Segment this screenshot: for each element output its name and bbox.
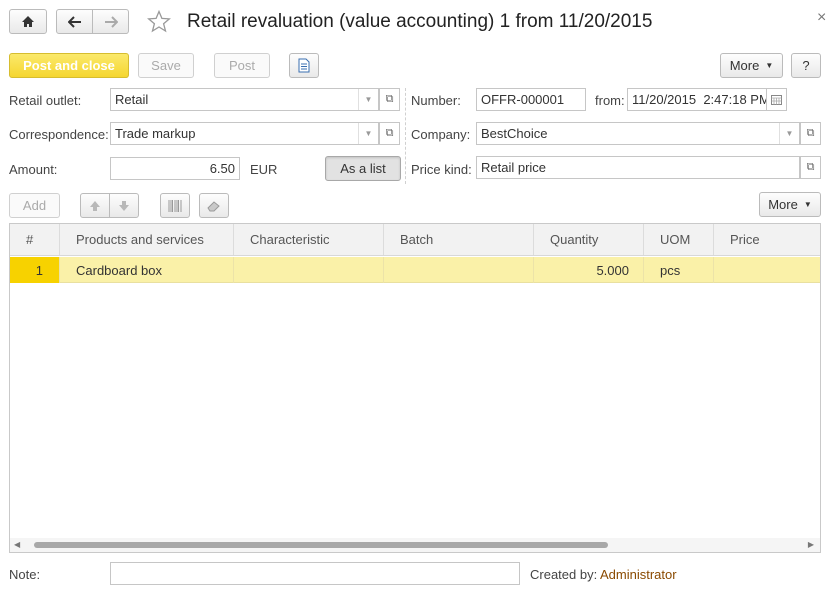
dropdown-arrow-icon[interactable]: ▼ bbox=[779, 123, 799, 144]
product-cell[interactable]: Cardboard box bbox=[60, 257, 234, 283]
amount-field[interactable]: 6.50 bbox=[110, 157, 240, 180]
arrow-left-icon bbox=[67, 15, 82, 28]
correspondence-label: Correspondence: bbox=[9, 127, 109, 142]
retail-outlet-label: Retail outlet: bbox=[9, 93, 82, 108]
column-header-price[interactable]: Price bbox=[714, 224, 820, 255]
price-kind-value: Retail price bbox=[481, 160, 547, 175]
move-down-button[interactable] bbox=[109, 193, 139, 218]
date-field[interactable]: 11/20/2015 2:47:18 PM bbox=[627, 88, 767, 111]
arrow-down-icon bbox=[118, 200, 130, 212]
forward-button[interactable] bbox=[92, 9, 129, 34]
barcode-button[interactable] bbox=[160, 193, 190, 218]
products-table[interactable]: # Products and services Characteristic B… bbox=[9, 223, 821, 553]
correspondence-value: Trade markup bbox=[115, 126, 196, 141]
add-row-button[interactable]: Add bbox=[9, 193, 60, 218]
column-divider bbox=[405, 88, 406, 184]
price-cell[interactable] bbox=[714, 257, 820, 283]
company-value: BestChoice bbox=[481, 126, 548, 141]
chevron-down-icon: ▼ bbox=[765, 61, 774, 70]
arrow-right-icon bbox=[104, 15, 118, 28]
dropdown-arrow-icon[interactable]: ▼ bbox=[358, 123, 378, 144]
close-icon[interactable]: × bbox=[817, 9, 826, 27]
column-header-batch[interactable]: Batch bbox=[384, 224, 534, 255]
created-by-label: Created by: bbox=[530, 567, 598, 582]
save-button[interactable]: Save bbox=[138, 53, 194, 78]
amount-value: 6.50 bbox=[209, 161, 235, 176]
dropdown-arrow-icon[interactable]: ▼ bbox=[358, 89, 378, 110]
retail-outlet-value: Retail bbox=[115, 92, 149, 107]
open-window-icon: ⧉ bbox=[385, 127, 394, 139]
table-more-label: More bbox=[768, 197, 798, 212]
batch-cell[interactable] bbox=[384, 257, 534, 283]
document-report-button[interactable] bbox=[289, 53, 319, 78]
more-button[interactable]: More ▼ bbox=[720, 53, 783, 78]
horizontal-scrollbar[interactable]: ◀ ▶ bbox=[10, 538, 820, 552]
created-by-link[interactable]: Administrator bbox=[600, 567, 677, 582]
number-value: OFFR-000001 bbox=[481, 92, 565, 107]
scroll-left-icon[interactable]: ◀ bbox=[14, 540, 20, 549]
number-label: Number: bbox=[411, 93, 461, 108]
column-header-characteristic[interactable]: Characteristic bbox=[234, 224, 384, 255]
date-value: 11/20/2015 2:47:18 PM bbox=[632, 92, 767, 107]
price-kind-field[interactable]: Retail price bbox=[476, 156, 800, 179]
table-header: # Products and services Characteristic B… bbox=[10, 224, 820, 256]
barcode-icon bbox=[168, 199, 182, 212]
home-button[interactable] bbox=[9, 9, 47, 34]
table-row[interactable]: 1 Cardboard box 5.000 pcs bbox=[10, 257, 820, 283]
back-button[interactable] bbox=[56, 9, 93, 34]
open-correspondence-button[interactable]: ⧉ bbox=[379, 122, 400, 145]
table-more-button[interactable]: More ▼ bbox=[759, 192, 821, 217]
column-header-products[interactable]: Products and services bbox=[60, 224, 234, 255]
eraser-icon bbox=[207, 200, 221, 212]
scroll-right-icon[interactable]: ▶ bbox=[808, 540, 814, 549]
from-label: from: bbox=[595, 93, 625, 108]
clear-button[interactable] bbox=[199, 193, 229, 218]
correspondence-field[interactable]: Trade markup ▼ bbox=[110, 122, 379, 145]
open-company-button[interactable]: ⧉ bbox=[800, 122, 821, 145]
currency-label: EUR bbox=[250, 162, 278, 177]
open-window-icon: ⧉ bbox=[806, 161, 815, 173]
note-field[interactable] bbox=[110, 562, 520, 585]
page-title: Retail revaluation (value accounting) 1 … bbox=[187, 11, 653, 32]
number-field[interactable]: OFFR-000001 bbox=[476, 88, 586, 111]
open-window-icon: ⧉ bbox=[806, 127, 815, 139]
calendar-icon bbox=[771, 94, 782, 105]
characteristic-cell[interactable] bbox=[234, 257, 384, 283]
row-number-cell[interactable]: 1 bbox=[10, 257, 60, 283]
note-label: Note: bbox=[9, 567, 41, 582]
scrollbar-thumb[interactable] bbox=[34, 542, 608, 548]
uom-cell[interactable]: pcs bbox=[644, 257, 714, 283]
post-button[interactable]: Post bbox=[214, 53, 270, 78]
star-icon[interactable] bbox=[147, 9, 171, 36]
open-window-icon: ⧉ bbox=[385, 93, 394, 105]
home-icon bbox=[21, 15, 35, 28]
post-and-close-button[interactable]: Post and close bbox=[9, 53, 129, 78]
help-button[interactable]: ? bbox=[791, 53, 821, 78]
more-label: More bbox=[729, 58, 760, 73]
column-header-number[interactable]: # bbox=[10, 224, 60, 255]
column-header-quantity[interactable]: Quantity bbox=[534, 224, 644, 255]
open-price-kind-button[interactable]: ⧉ bbox=[800, 156, 821, 179]
move-up-button[interactable] bbox=[80, 193, 110, 218]
as-a-list-button[interactable]: As a list bbox=[325, 156, 401, 181]
company-label: Company: bbox=[411, 127, 471, 142]
price-kind-label: Price kind: bbox=[411, 162, 472, 177]
quantity-cell[interactable]: 5.000 bbox=[534, 257, 644, 283]
company-field[interactable]: BestChoice ▼ bbox=[476, 122, 800, 145]
calendar-button[interactable] bbox=[766, 88, 787, 111]
retail-outlet-field[interactable]: Retail ▼ bbox=[110, 88, 379, 111]
amount-label: Amount: bbox=[9, 162, 58, 177]
open-retail-outlet-button[interactable]: ⧉ bbox=[379, 88, 400, 111]
chevron-down-icon: ▼ bbox=[803, 200, 812, 209]
document-icon bbox=[298, 58, 310, 73]
arrow-up-icon bbox=[89, 200, 101, 212]
column-header-uom[interactable]: UOM bbox=[644, 224, 714, 255]
